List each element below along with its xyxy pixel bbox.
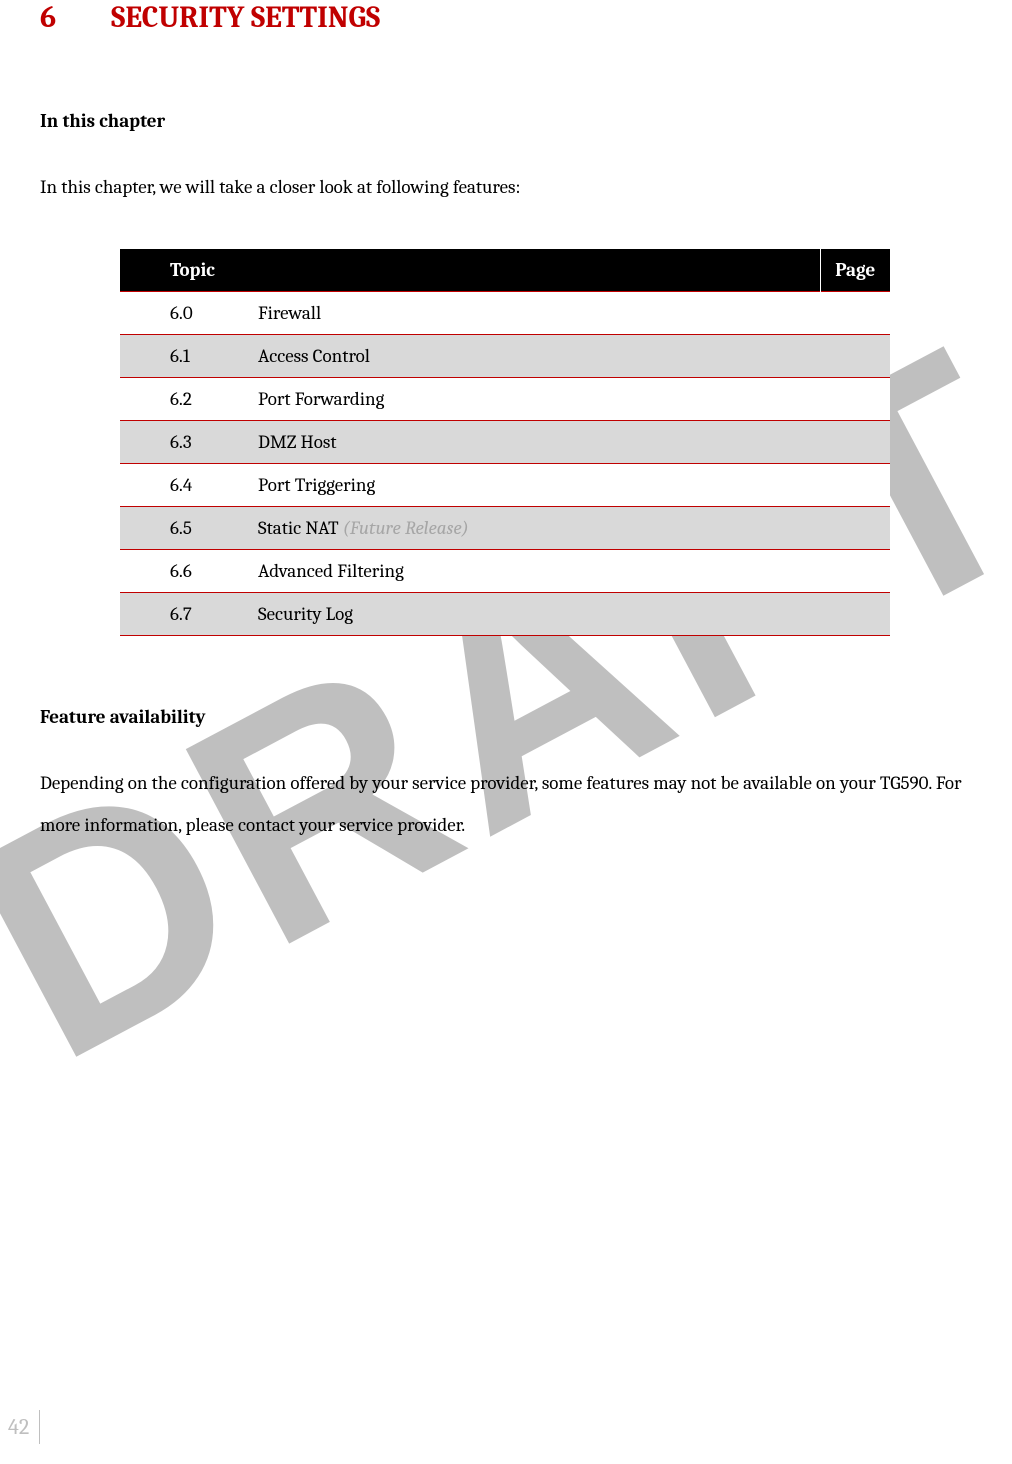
toc-num: 6.0 xyxy=(120,291,250,334)
toc-page xyxy=(820,377,890,420)
toc-topic: Security Log xyxy=(250,592,820,635)
toc-topic: Static NAT (Future Release) xyxy=(250,506,820,549)
toc-num: 6.2 xyxy=(120,377,250,420)
page-number-box: 42 xyxy=(0,1410,40,1444)
in-this-chapter-heading: In this chapter xyxy=(40,110,972,132)
toc-header-page: Page xyxy=(820,249,890,292)
toc-topic: Port Forwarding xyxy=(250,377,820,420)
toc-row: 6.0 Firewall xyxy=(120,291,890,334)
toc-topic: Access Control xyxy=(250,334,820,377)
toc-page xyxy=(820,420,890,463)
toc-num: 6.1 xyxy=(120,334,250,377)
toc-row: 6.2 Port Forwarding xyxy=(120,377,890,420)
toc-row: 6.4 Port Triggering xyxy=(120,463,890,506)
toc-num: 6.3 xyxy=(120,420,250,463)
toc-header-row: Topic Page xyxy=(120,249,890,292)
toc-topic: Firewall xyxy=(250,291,820,334)
chapter-number: 6 xyxy=(40,0,56,35)
toc-table: Topic Page 6.0 Firewall 6.1 Access Contr… xyxy=(120,249,890,636)
chapter-title: SECURITY SETTINGS xyxy=(111,0,380,35)
toc-row: 6.1 Access Control xyxy=(120,334,890,377)
feature-availability-body: Depending on the configuration offered b… xyxy=(40,763,972,847)
toc-page xyxy=(820,549,890,592)
toc-row: 6.7 Security Log xyxy=(120,592,890,635)
chapter-heading: 6 SECURITY SETTINGS xyxy=(40,0,972,35)
toc-num: 6.4 xyxy=(120,463,250,506)
toc-header-topic: Topic xyxy=(120,249,820,292)
toc-num: 6.7 xyxy=(120,592,250,635)
toc-row: 6.5 Static NAT (Future Release) xyxy=(120,506,890,549)
toc-topic: DMZ Host xyxy=(250,420,820,463)
in-this-chapter-intro: In this chapter, we will take a closer l… xyxy=(40,167,972,209)
toc-row: 6.3 DMZ Host xyxy=(120,420,890,463)
feature-availability-heading: Feature availability xyxy=(40,706,972,728)
toc-page xyxy=(820,506,890,549)
toc-topic: Advanced Filtering xyxy=(250,549,820,592)
toc-num: 6.5 xyxy=(120,506,250,549)
toc-page xyxy=(820,463,890,506)
toc-topic: Port Triggering xyxy=(250,463,820,506)
page-number: 42 xyxy=(0,1410,40,1444)
toc-page xyxy=(820,592,890,635)
toc-row: 6.6 Advanced Filtering xyxy=(120,549,890,592)
toc-page xyxy=(820,291,890,334)
toc-page xyxy=(820,334,890,377)
toc-num: 6.6 xyxy=(120,549,250,592)
